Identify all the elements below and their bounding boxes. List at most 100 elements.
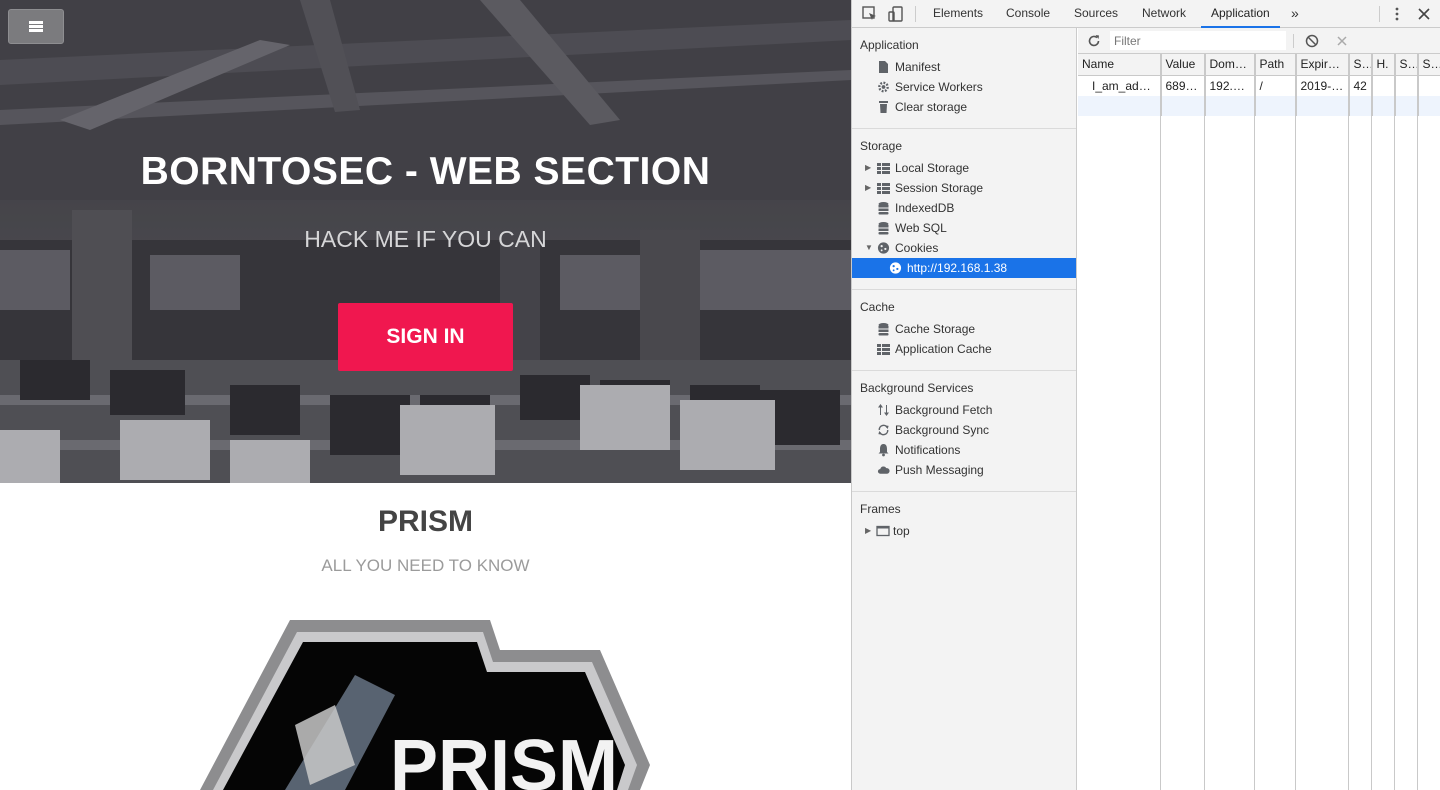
sidebar-item-label: top (893, 524, 910, 538)
tab-console[interactable]: Console (1006, 0, 1050, 28)
sidebar-item-local-storage[interactable]: ▶ Local Storage (852, 158, 1076, 178)
prism-section-subtitle: ALL YOU NEED TO KNOW (321, 556, 530, 575)
kebab-menu-icon[interactable] (1388, 5, 1406, 23)
section-divider (852, 491, 1076, 492)
sign-in-button[interactable]: SIGN IN (338, 303, 513, 371)
sidebar-item-label: Manifest (895, 60, 941, 74)
sidebar-item-session-storage[interactable]: ▶ Session Storage (852, 178, 1076, 198)
sidebar-item-label: IndexedDB (895, 201, 955, 215)
cell-domain: 192.… (1205, 75, 1256, 96)
inspect-element-icon[interactable] (861, 5, 879, 23)
prism-section-title: PRISM (377, 505, 473, 538)
sidebar-item-cache-storage[interactable]: Cache Storage (852, 319, 1076, 339)
sidebar-item-label: Service Workers (895, 80, 983, 94)
column-header-secure[interactable]: S… (1395, 54, 1419, 76)
tab-separator (1379, 6, 1380, 22)
tab-sources[interactable]: Sources (1074, 0, 1118, 28)
expand-arrow-icon[interactable]: ▶ (865, 158, 871, 178)
sidebar-item-label: Web SQL (895, 221, 947, 235)
column-header-size[interactable]: S… (1349, 54, 1373, 76)
sidebar-item-service-workers[interactable]: Service Workers (852, 77, 1076, 97)
cookie-icon (877, 242, 890, 254)
sidebar-item-cookies[interactable]: ▼ Cookies (852, 238, 1076, 258)
sidebar-item-background-sync[interactable]: Background Sync (852, 420, 1076, 440)
hamburger-icon (29, 21, 43, 32)
cell-name: I_am_ad… (1078, 75, 1162, 96)
tab-application[interactable]: Application (1201, 0, 1280, 28)
column-header-samesite[interactable]: S… (1418, 54, 1440, 76)
grid-icon (877, 183, 890, 194)
sidebar-item-label: Push Messaging (895, 463, 984, 477)
application-sidebar: Application Manifest Service Workers Cle… (852, 28, 1077, 790)
sidebar-item-application-cache[interactable]: Application Cache (852, 339, 1076, 359)
filter-input[interactable] (1110, 31, 1286, 50)
table-row[interactable]: I_am_ad… 689… 192.… / 2019-… 42 (1078, 75, 1440, 96)
sidebar-item-manifest[interactable]: Manifest (852, 57, 1076, 77)
prism-logo-image: PRISM (200, 620, 650, 790)
sidebar-item-frame-top[interactable]: ▶ top (852, 521, 1076, 541)
sidebar-item-label: Session Storage (895, 181, 984, 195)
gear-icon (878, 81, 889, 93)
close-devtools-icon[interactable] (1415, 5, 1433, 23)
tab-network[interactable]: Network (1142, 0, 1186, 28)
sidebar-item-background-fetch[interactable]: Background Fetch (852, 400, 1076, 420)
cell-value: 689… (1161, 75, 1206, 96)
trash-icon (879, 101, 888, 113)
database-icon (878, 323, 889, 336)
column-divider (1254, 54, 1255, 790)
cookies-toolbar (1078, 28, 1440, 54)
clear-all-icon[interactable] (1305, 34, 1319, 48)
sidebar-item-label: Cache Storage (895, 322, 976, 336)
sidebar-item-label: Notifications (895, 443, 961, 457)
sidebar-item-indexeddb[interactable]: IndexedDB (852, 198, 1076, 218)
tab-elements[interactable]: Elements (933, 0, 983, 28)
section-divider (852, 370, 1076, 371)
sidebar-item-label: Clear storage (895, 100, 968, 114)
column-header-value[interactable]: Value (1161, 54, 1206, 76)
expand-arrow-icon[interactable]: ▶ (865, 521, 871, 541)
sidebar-item-clear-storage[interactable]: Clear storage (852, 97, 1076, 117)
sidebar-item-notifications[interactable]: Notifications (852, 440, 1076, 460)
section-divider (852, 128, 1076, 129)
cookies-table: Name Value Dom… Path Expir… S… H. S… S… … (1078, 54, 1440, 116)
cloud-icon (877, 466, 890, 474)
column-divider (1394, 54, 1395, 790)
collapse-arrow-icon[interactable]: ▼ (865, 238, 873, 258)
toolbar-separator (1293, 34, 1294, 48)
cell-httponly (1372, 75, 1396, 96)
sidebar-item-web-sql[interactable]: Web SQL (852, 218, 1076, 238)
database-icon (878, 202, 889, 215)
column-header-name[interactable]: Name (1078, 54, 1162, 76)
column-header-expires[interactable]: Expir… (1296, 54, 1350, 76)
delete-selected-icon[interactable] (1335, 34, 1349, 48)
sidebar-item-cookie-origin[interactable]: http://192.168.1.38 (852, 258, 1076, 278)
sidebar-item-label: Application Cache (895, 342, 992, 356)
section-heading-frames: Frames (860, 502, 901, 516)
sidebar-item-label: Local Storage (895, 161, 970, 175)
hero-subtitle: HACK ME IF YOU CAN (304, 226, 547, 252)
website-viewport: BORNTOSEC - WEB SECTION HACK ME IF YOU C… (0, 0, 851, 790)
hamburger-menu-button[interactable] (8, 9, 64, 44)
device-toolbar-icon[interactable] (887, 5, 905, 23)
column-header-domain[interactable]: Dom… (1205, 54, 1256, 76)
section-heading-background-services: Background Services (860, 381, 974, 395)
sidebar-item-label: Background Fetch (895, 403, 993, 417)
column-divider (1371, 54, 1372, 790)
more-tabs-button[interactable]: » (1291, 0, 1299, 28)
bell-icon (878, 444, 889, 457)
grid-icon (877, 163, 890, 174)
cell-path: / (1255, 75, 1297, 96)
hero-title: BORNTOSEC - WEB SECTION (140, 150, 711, 193)
column-divider (1204, 54, 1205, 790)
table-header-row: Name Value Dom… Path Expir… S… H. S… S… (1078, 54, 1440, 76)
expand-arrow-icon[interactable]: ▶ (865, 178, 871, 198)
refresh-icon[interactable] (1086, 33, 1102, 49)
sidebar-item-label: Background Sync (895, 423, 990, 437)
devtools-tab-bar: Elements Console Sources Network Applica… (852, 0, 1440, 28)
column-header-path[interactable]: Path (1255, 54, 1297, 76)
table-row-empty[interactable] (1078, 96, 1440, 116)
frame-window-icon (876, 525, 890, 537)
column-header-httponly[interactable]: H. (1372, 54, 1396, 76)
column-divider (1417, 54, 1418, 790)
sidebar-item-push-messaging[interactable]: Push Messaging (852, 460, 1076, 480)
